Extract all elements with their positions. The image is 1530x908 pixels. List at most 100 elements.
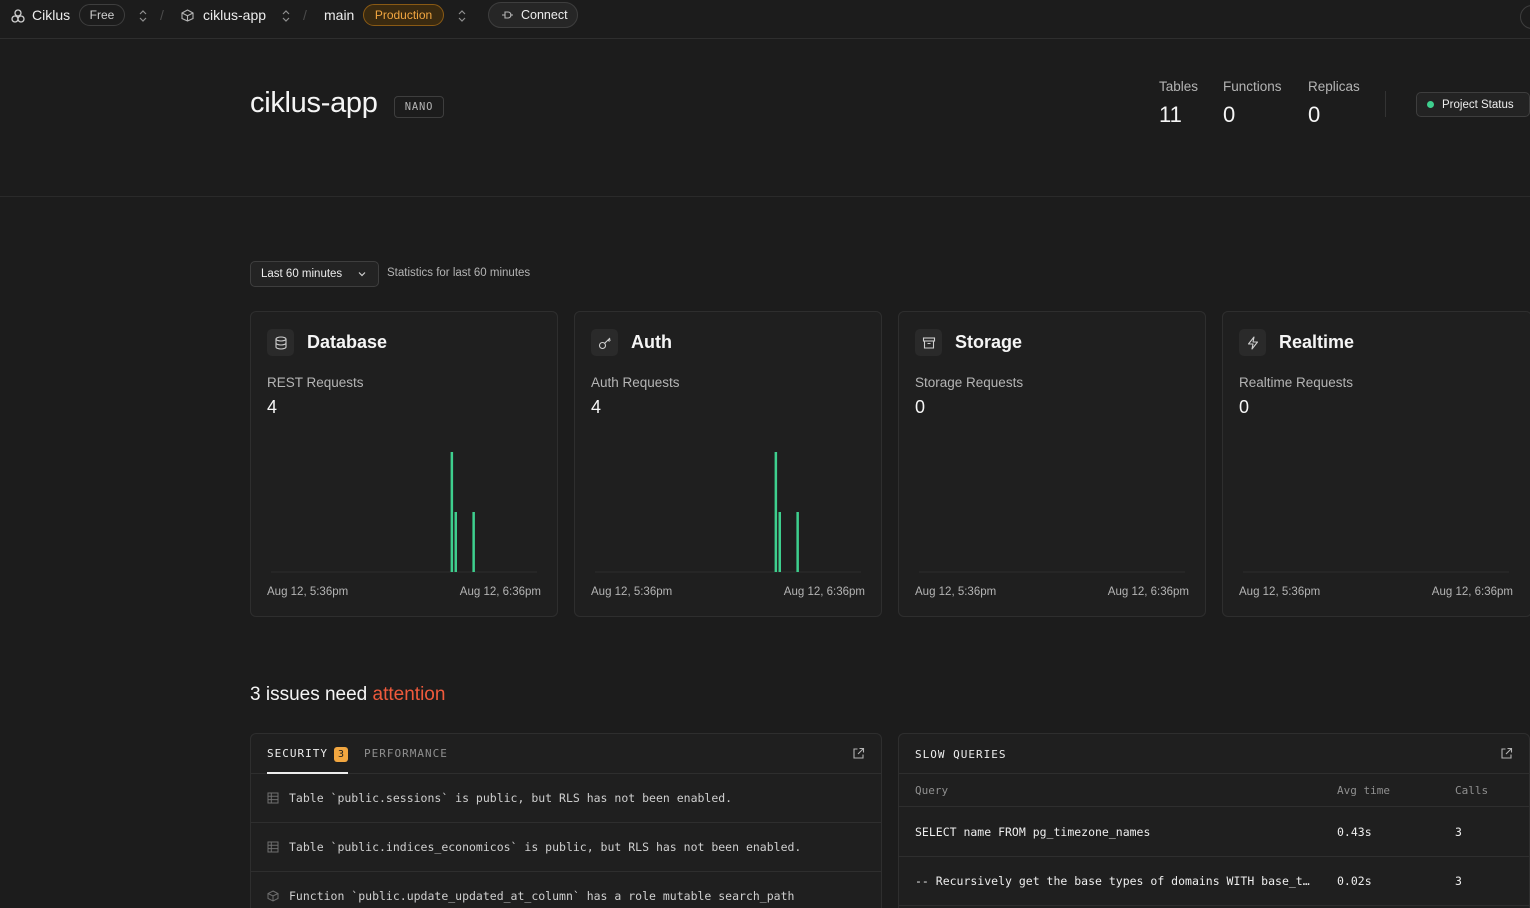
range-description: Statistics for last 60 minutes bbox=[387, 267, 531, 279]
card-title: Auth bbox=[631, 332, 672, 352]
chart-bar[interactable] bbox=[450, 452, 454, 572]
plan-badge: Free bbox=[79, 4, 125, 26]
issue-row[interactable]: Table `public.sessions` is public, but R… bbox=[251, 774, 881, 823]
compute-tier-badge: NANO bbox=[394, 96, 444, 118]
avg-time-value: 0.02s bbox=[1337, 874, 1372, 888]
metric-label: Realtime Requests bbox=[1239, 375, 1354, 390]
tab-security[interactable]: SECURITY 3 bbox=[267, 747, 349, 762]
metric-value: 4 bbox=[591, 397, 602, 417]
table-icon bbox=[267, 841, 279, 853]
service-card-database[interactable]: Database REST Requests 4 Aug 12, 5:36pm … bbox=[250, 311, 558, 617]
card-title: Database bbox=[307, 332, 388, 352]
card-icon-box bbox=[915, 329, 942, 356]
slow-queries-title: SLOW QUERIES bbox=[915, 748, 1007, 761]
requests-bar-chart bbox=[271, 452, 537, 573]
calls-value: 3 bbox=[1455, 825, 1462, 839]
external-link-icon[interactable] bbox=[1500, 747, 1513, 760]
requests-bar-chart bbox=[595, 452, 861, 573]
chart-axis-end-label: Aug 12, 6:36pm bbox=[1431, 586, 1513, 598]
stat-label: Tables bbox=[1159, 79, 1199, 94]
connect-button[interactable]: Connect bbox=[488, 2, 578, 28]
chart-axis-end-label: Aug 12, 6:36pm bbox=[459, 586, 541, 598]
stat-value: 0 bbox=[1308, 102, 1321, 127]
issue-text: Table `public.indices_economicos` is pub… bbox=[289, 840, 802, 854]
column-header-query[interactable]: Query bbox=[915, 784, 948, 797]
column-header-avg-time[interactable]: Avg time bbox=[1337, 784, 1390, 797]
stat-replicas[interactable]: Replicas 0 bbox=[1308, 79, 1360, 128]
chart-axis-start-label: Aug 12, 5:36pm bbox=[915, 586, 997, 598]
issues-heading-accent: attention bbox=[372, 684, 446, 705]
slow-queries-header: SLOW QUERIES bbox=[899, 734, 1529, 774]
table-row[interactable]: SELECT name FROM pg_timezone_names 0.43s… bbox=[899, 808, 1529, 857]
chevron-down-icon bbox=[358, 272, 366, 277]
key-icon bbox=[598, 337, 611, 349]
connect-label: Connect bbox=[521, 8, 568, 22]
breadcrumb-separator: / bbox=[303, 7, 307, 23]
card-title: Storage bbox=[955, 332, 1023, 352]
stat-functions[interactable]: Functions 0 bbox=[1223, 79, 1282, 128]
stat-value: 11 bbox=[1159, 102, 1182, 127]
card-title: Realtime bbox=[1279, 332, 1355, 352]
divider bbox=[1385, 91, 1386, 117]
requests-bar-chart bbox=[919, 571, 1185, 573]
project-switcher-chevron-icon[interactable] bbox=[281, 9, 291, 23]
requests-bar-chart bbox=[1243, 571, 1509, 573]
query-text: -- Recursively get the base types of dom… bbox=[915, 874, 1310, 888]
service-card-realtime[interactable]: Realtime Realtime Requests 0 Aug 12, 5:3… bbox=[1222, 311, 1530, 617]
archive-icon bbox=[922, 336, 935, 349]
table-row[interactable]: -- Recursively get the base types of dom… bbox=[899, 857, 1529, 906]
time-range-select[interactable]: Last 60 minutes bbox=[250, 261, 379, 287]
query-text: SELECT name FROM pg_timezone_names bbox=[915, 825, 1151, 839]
stat-tables[interactable]: Tables 11 bbox=[1159, 79, 1198, 128]
project-header: ciklus-app NANO Tables 11 Functions 0 Re… bbox=[0, 39, 1530, 197]
issue-text: Table `public.sessions` is public, but R… bbox=[289, 791, 733, 805]
chart-bar[interactable] bbox=[796, 512, 799, 572]
project-box-icon bbox=[181, 9, 194, 22]
card-icon-box bbox=[267, 329, 294, 356]
issue-text: Function `public.update_updated_at_colum… bbox=[289, 889, 795, 903]
table-header: Query Avg time Calls bbox=[899, 774, 1529, 807]
chart-bar[interactable] bbox=[472, 512, 475, 572]
project-name[interactable]: ciklus-app bbox=[203, 7, 266, 23]
metric-value: 0 bbox=[1239, 397, 1250, 417]
chart-axis-end-label: Aug 12, 6:36pm bbox=[783, 586, 865, 598]
status-healthy-dot-icon bbox=[1427, 101, 1434, 108]
database-icon bbox=[274, 335, 287, 350]
org-switcher-chevron-icon[interactable] bbox=[138, 9, 148, 23]
issue-row[interactable]: Function `public.update_updated_at_colum… bbox=[251, 872, 881, 908]
branch-switcher-chevron-icon[interactable] bbox=[457, 9, 467, 23]
page-title: ciklus-app bbox=[250, 87, 378, 119]
service-card-storage[interactable]: Storage Storage Requests 0 Aug 12, 5:36p… bbox=[898, 311, 1206, 617]
chart-axis-start-label: Aug 12, 5:36pm bbox=[1239, 586, 1321, 598]
org-name[interactable]: Ciklus bbox=[32, 7, 70, 23]
issue-row[interactable]: Table `public.indices_economicos` is pub… bbox=[251, 823, 881, 872]
column-header-calls[interactable]: Calls bbox=[1455, 784, 1488, 797]
branch-name[interactable]: main bbox=[324, 7, 354, 23]
issues-heading: 3 issues need attention bbox=[250, 684, 445, 706]
metric-value: 0 bbox=[915, 397, 926, 417]
avg-time-value: 0.43s bbox=[1337, 825, 1372, 839]
metric-value: 4 bbox=[267, 397, 278, 417]
breadcrumb-separator: / bbox=[160, 7, 164, 23]
project-status-label: Project Status bbox=[1442, 98, 1514, 111]
calls-value: 3 bbox=[1455, 874, 1462, 888]
top-navigation-bar: Ciklus Free / ciklus-app / main Producti… bbox=[0, 0, 1530, 39]
stat-label: Functions bbox=[1223, 79, 1282, 94]
tab-security-label: SECURITY bbox=[267, 747, 328, 760]
card-icon-box bbox=[591, 329, 618, 356]
issues-heading-text: 3 issues need bbox=[250, 684, 368, 705]
tab-performance[interactable]: PERFORMANCE bbox=[364, 747, 448, 760]
project-status-button[interactable]: Project Status bbox=[1416, 92, 1530, 117]
chart-bar[interactable] bbox=[774, 452, 778, 572]
chart-bar[interactable] bbox=[778, 512, 782, 572]
chart-bar[interactable] bbox=[454, 512, 458, 572]
metric-label: REST Requests bbox=[267, 375, 364, 390]
org-logo-icon bbox=[11, 9, 25, 23]
card-icon-box bbox=[1239, 329, 1266, 356]
chart-axis-start-label: Aug 12, 5:36pm bbox=[267, 586, 349, 598]
advisor-tabs: SECURITY 3 PERFORMANCE bbox=[251, 734, 881, 774]
user-avatar-button[interactable] bbox=[1520, 5, 1530, 29]
chart-axis-end-label: Aug 12, 6:36pm bbox=[1107, 586, 1189, 598]
service-card-auth[interactable]: Auth Auth Requests 4 Aug 12, 5:36pm Aug … bbox=[574, 311, 882, 617]
external-link-icon[interactable] bbox=[852, 747, 865, 760]
